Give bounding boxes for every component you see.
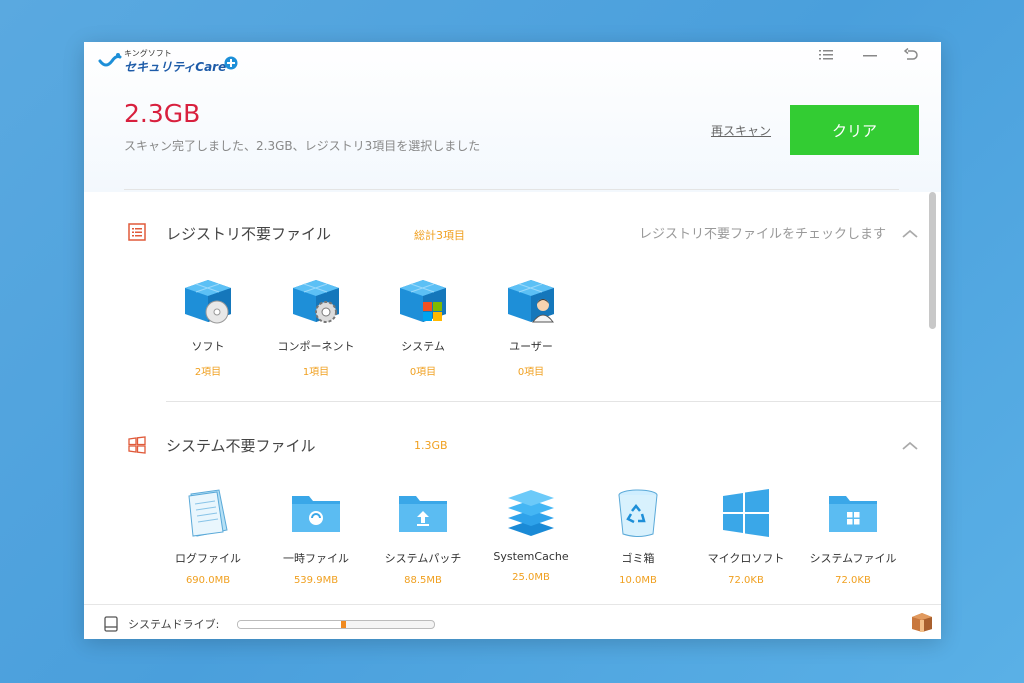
log-file-icon bbox=[181, 486, 235, 540]
logo-icon bbox=[98, 53, 122, 67]
box-icon[interactable] bbox=[910, 611, 934, 633]
recycle-bin-icon bbox=[611, 486, 665, 540]
registry-item-software[interactable]: ソフト 2項目 bbox=[158, 274, 258, 378]
drive-icon bbox=[104, 616, 118, 632]
item-label: ユーザー bbox=[509, 340, 553, 353]
item-label: ソフト bbox=[191, 340, 225, 353]
item-value: 88.5MB bbox=[404, 575, 442, 586]
section-divider bbox=[166, 401, 941, 402]
system-item-cache[interactable]: SystemCache 25.0MB bbox=[481, 486, 581, 583]
drive-usage-bar bbox=[237, 620, 435, 629]
item-label: ゴミ箱 bbox=[621, 552, 655, 565]
logo-title: セキュリティCare bbox=[124, 60, 227, 74]
item-value: 1項目 bbox=[302, 367, 330, 378]
drive-usage-fill bbox=[238, 621, 346, 628]
item-value: 0項目 bbox=[517, 367, 545, 378]
system-cache-icon bbox=[504, 486, 558, 540]
app-window: キングソフト セキュリティCare 2.3GB スキャン完了しました、2.3GB… bbox=[84, 42, 941, 639]
footer: システムドライブ: bbox=[84, 604, 941, 639]
item-label: ログファイル bbox=[175, 552, 241, 565]
item-value: 2項目 bbox=[194, 367, 222, 378]
registry-section-count: 総計3項目 bbox=[414, 229, 465, 242]
item-value: 72.0KB bbox=[728, 575, 764, 586]
system-section-count: 1.3GB bbox=[414, 439, 448, 452]
total-size: 2.3GB bbox=[124, 99, 201, 128]
back-icon[interactable] bbox=[902, 47, 920, 66]
item-label: システム bbox=[401, 340, 445, 353]
item-value: 72.0KB bbox=[835, 575, 871, 586]
minimize-icon[interactable] bbox=[861, 48, 879, 66]
registry-item-system[interactable]: システム 0項目 bbox=[373, 274, 473, 378]
header-divider bbox=[124, 189, 899, 190]
item-value: 0項目 bbox=[409, 367, 437, 378]
menu-icon[interactable] bbox=[817, 48, 835, 66]
system-item-patch[interactable]: システムパッチ 88.5MB bbox=[373, 486, 473, 586]
system-item-recycle[interactable]: ゴミ箱 10.0MB bbox=[588, 486, 688, 586]
header: キングソフト セキュリティCare 2.3GB スキャン完了しました、2.3GB… bbox=[84, 42, 941, 192]
item-label: 一時ファイル bbox=[283, 552, 349, 565]
system-section-title: システム不要ファイル bbox=[166, 437, 316, 455]
registry-component-icon bbox=[289, 274, 343, 328]
registry-user-icon bbox=[504, 274, 558, 328]
system-item-microsoft[interactable]: マイクロソフト 72.0KB bbox=[696, 486, 796, 586]
logo-plus-icon bbox=[224, 56, 238, 70]
item-label: SystemCache bbox=[493, 550, 569, 563]
system-item-temp[interactable]: 一時ファイル 539.9MB bbox=[266, 486, 366, 586]
system-windows-icon bbox=[128, 436, 146, 454]
registry-item-user[interactable]: ユーザー 0項目 bbox=[481, 274, 581, 378]
rescan-link[interactable]: 再スキャン bbox=[711, 122, 771, 139]
system-collapse-icon[interactable] bbox=[901, 440, 919, 452]
system-item-log[interactable]: ログファイル 690.0MB bbox=[158, 486, 258, 586]
scrollbar[interactable] bbox=[929, 192, 936, 329]
item-value: 539.9MB bbox=[293, 575, 339, 586]
drive-usage-marker bbox=[340, 621, 346, 628]
item-label: システムファイル bbox=[809, 552, 897, 565]
app-logo: キングソフト セキュリティCare bbox=[98, 48, 238, 74]
item-value: 25.0MB bbox=[512, 572, 550, 583]
item-label: コンポーネント bbox=[277, 340, 355, 353]
registry-list-icon bbox=[128, 223, 146, 241]
item-value: 690.0MB bbox=[185, 575, 231, 586]
registry-software-icon bbox=[181, 274, 235, 328]
item-label: システムパッチ bbox=[384, 552, 462, 565]
item-label: マイクロソフト bbox=[707, 552, 785, 565]
registry-item-component[interactable]: コンポーネント 1項目 bbox=[266, 274, 366, 378]
system-file-folder-icon bbox=[826, 486, 880, 540]
system-item-system-file[interactable]: システムファイル 72.0KB bbox=[803, 486, 903, 586]
microsoft-icon bbox=[719, 486, 773, 540]
registry-system-icon bbox=[396, 274, 450, 328]
registry-collapse-icon[interactable] bbox=[901, 228, 919, 240]
registry-section-title: レジストリ不要ファイル bbox=[166, 225, 332, 243]
registry-section-desc: レジストリ不要ファイルをチェックします bbox=[639, 227, 887, 242]
item-value: 10.0MB bbox=[619, 575, 657, 586]
scan-status: スキャン完了しました、2.3GB、レジストリ3項目を選択しました bbox=[124, 139, 481, 153]
temp-folder-icon bbox=[289, 486, 343, 540]
system-drive-label: システムドライブ: bbox=[128, 618, 220, 631]
clear-button[interactable]: クリア bbox=[790, 105, 919, 155]
patch-folder-icon bbox=[396, 486, 450, 540]
